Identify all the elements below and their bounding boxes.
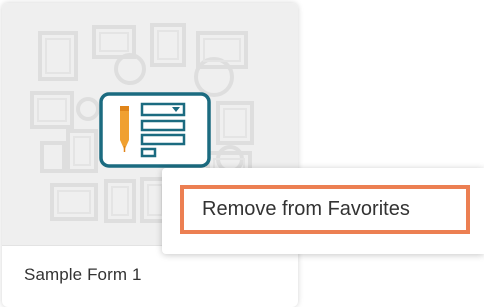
menu-item-label: Remove from Favorites xyxy=(202,198,410,220)
remove-from-favorites-menu-item[interactable]: Remove from Favorites xyxy=(180,185,470,234)
form-card[interactable]: Sample Form 1 xyxy=(2,3,298,307)
app-stage: Sample Form 1 Remove from Favorites xyxy=(0,0,484,307)
form-card-title[interactable]: Sample Form 1 xyxy=(24,265,142,285)
context-menu: Remove from Favorites xyxy=(162,168,484,254)
form-edit-icon xyxy=(99,92,211,168)
